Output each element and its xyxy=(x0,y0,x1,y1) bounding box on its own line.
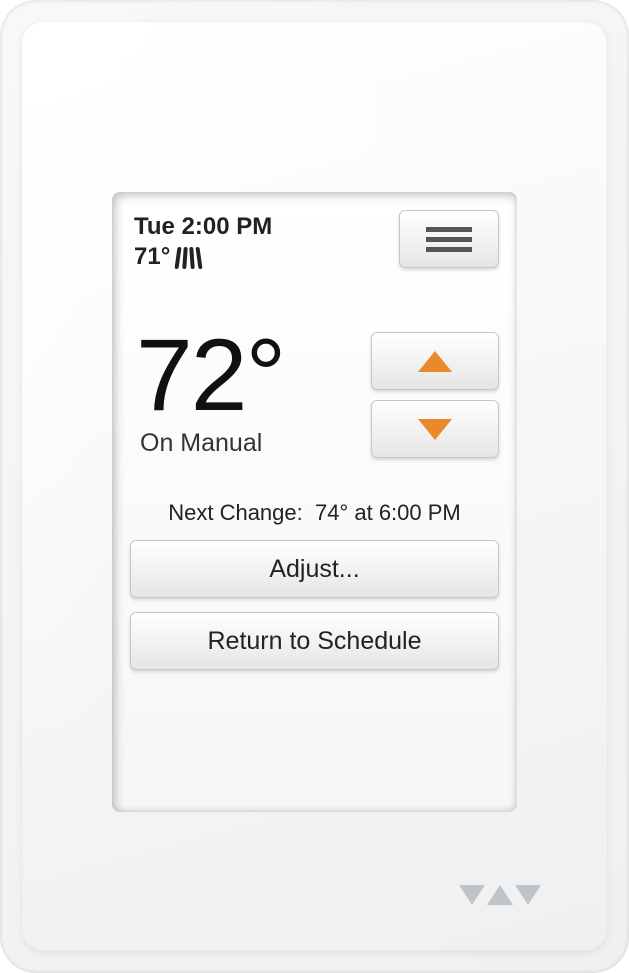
faceplate: Tue 2:00 PM 71° 72° O xyxy=(22,22,607,951)
menu-button[interactable] xyxy=(399,210,499,268)
mode-text: On Manual xyxy=(140,429,284,458)
temp-up-button[interactable] xyxy=(371,332,499,390)
arrow-up-icon xyxy=(418,351,452,372)
temp-stepper xyxy=(371,332,499,458)
status-block: Tue 2:00 PM 71° xyxy=(130,210,272,272)
return-to-schedule-button[interactable]: Return to Schedule xyxy=(130,612,499,670)
setpoint-row: 72° On Manual xyxy=(130,332,499,458)
setpoint-block: 72° On Manual xyxy=(130,332,284,458)
heat-waves-icon xyxy=(176,245,201,269)
brand-logo xyxy=(459,885,541,905)
temp-down-button[interactable] xyxy=(371,400,499,458)
datetime-text: Tue 2:00 PM xyxy=(134,212,272,242)
hamburger-icon xyxy=(426,227,472,232)
device-frame: Tue 2:00 PM 71° 72° O xyxy=(0,0,629,973)
setpoint-temp: 72° xyxy=(136,332,284,419)
current-temp-row: 71° xyxy=(134,242,272,272)
current-temp-text: 71° xyxy=(134,242,170,272)
adjust-button[interactable]: Adjust... xyxy=(130,540,499,598)
status-row: Tue 2:00 PM 71° xyxy=(130,210,499,272)
arrow-down-icon xyxy=(418,419,452,440)
touchscreen: Tue 2:00 PM 71° 72° O xyxy=(112,192,517,812)
next-change-row: Next Change: 74° at 6:00 PM xyxy=(130,500,499,526)
next-change-label: Next Change: xyxy=(168,500,303,525)
next-change-value: 74° at 6:00 PM xyxy=(315,500,461,525)
